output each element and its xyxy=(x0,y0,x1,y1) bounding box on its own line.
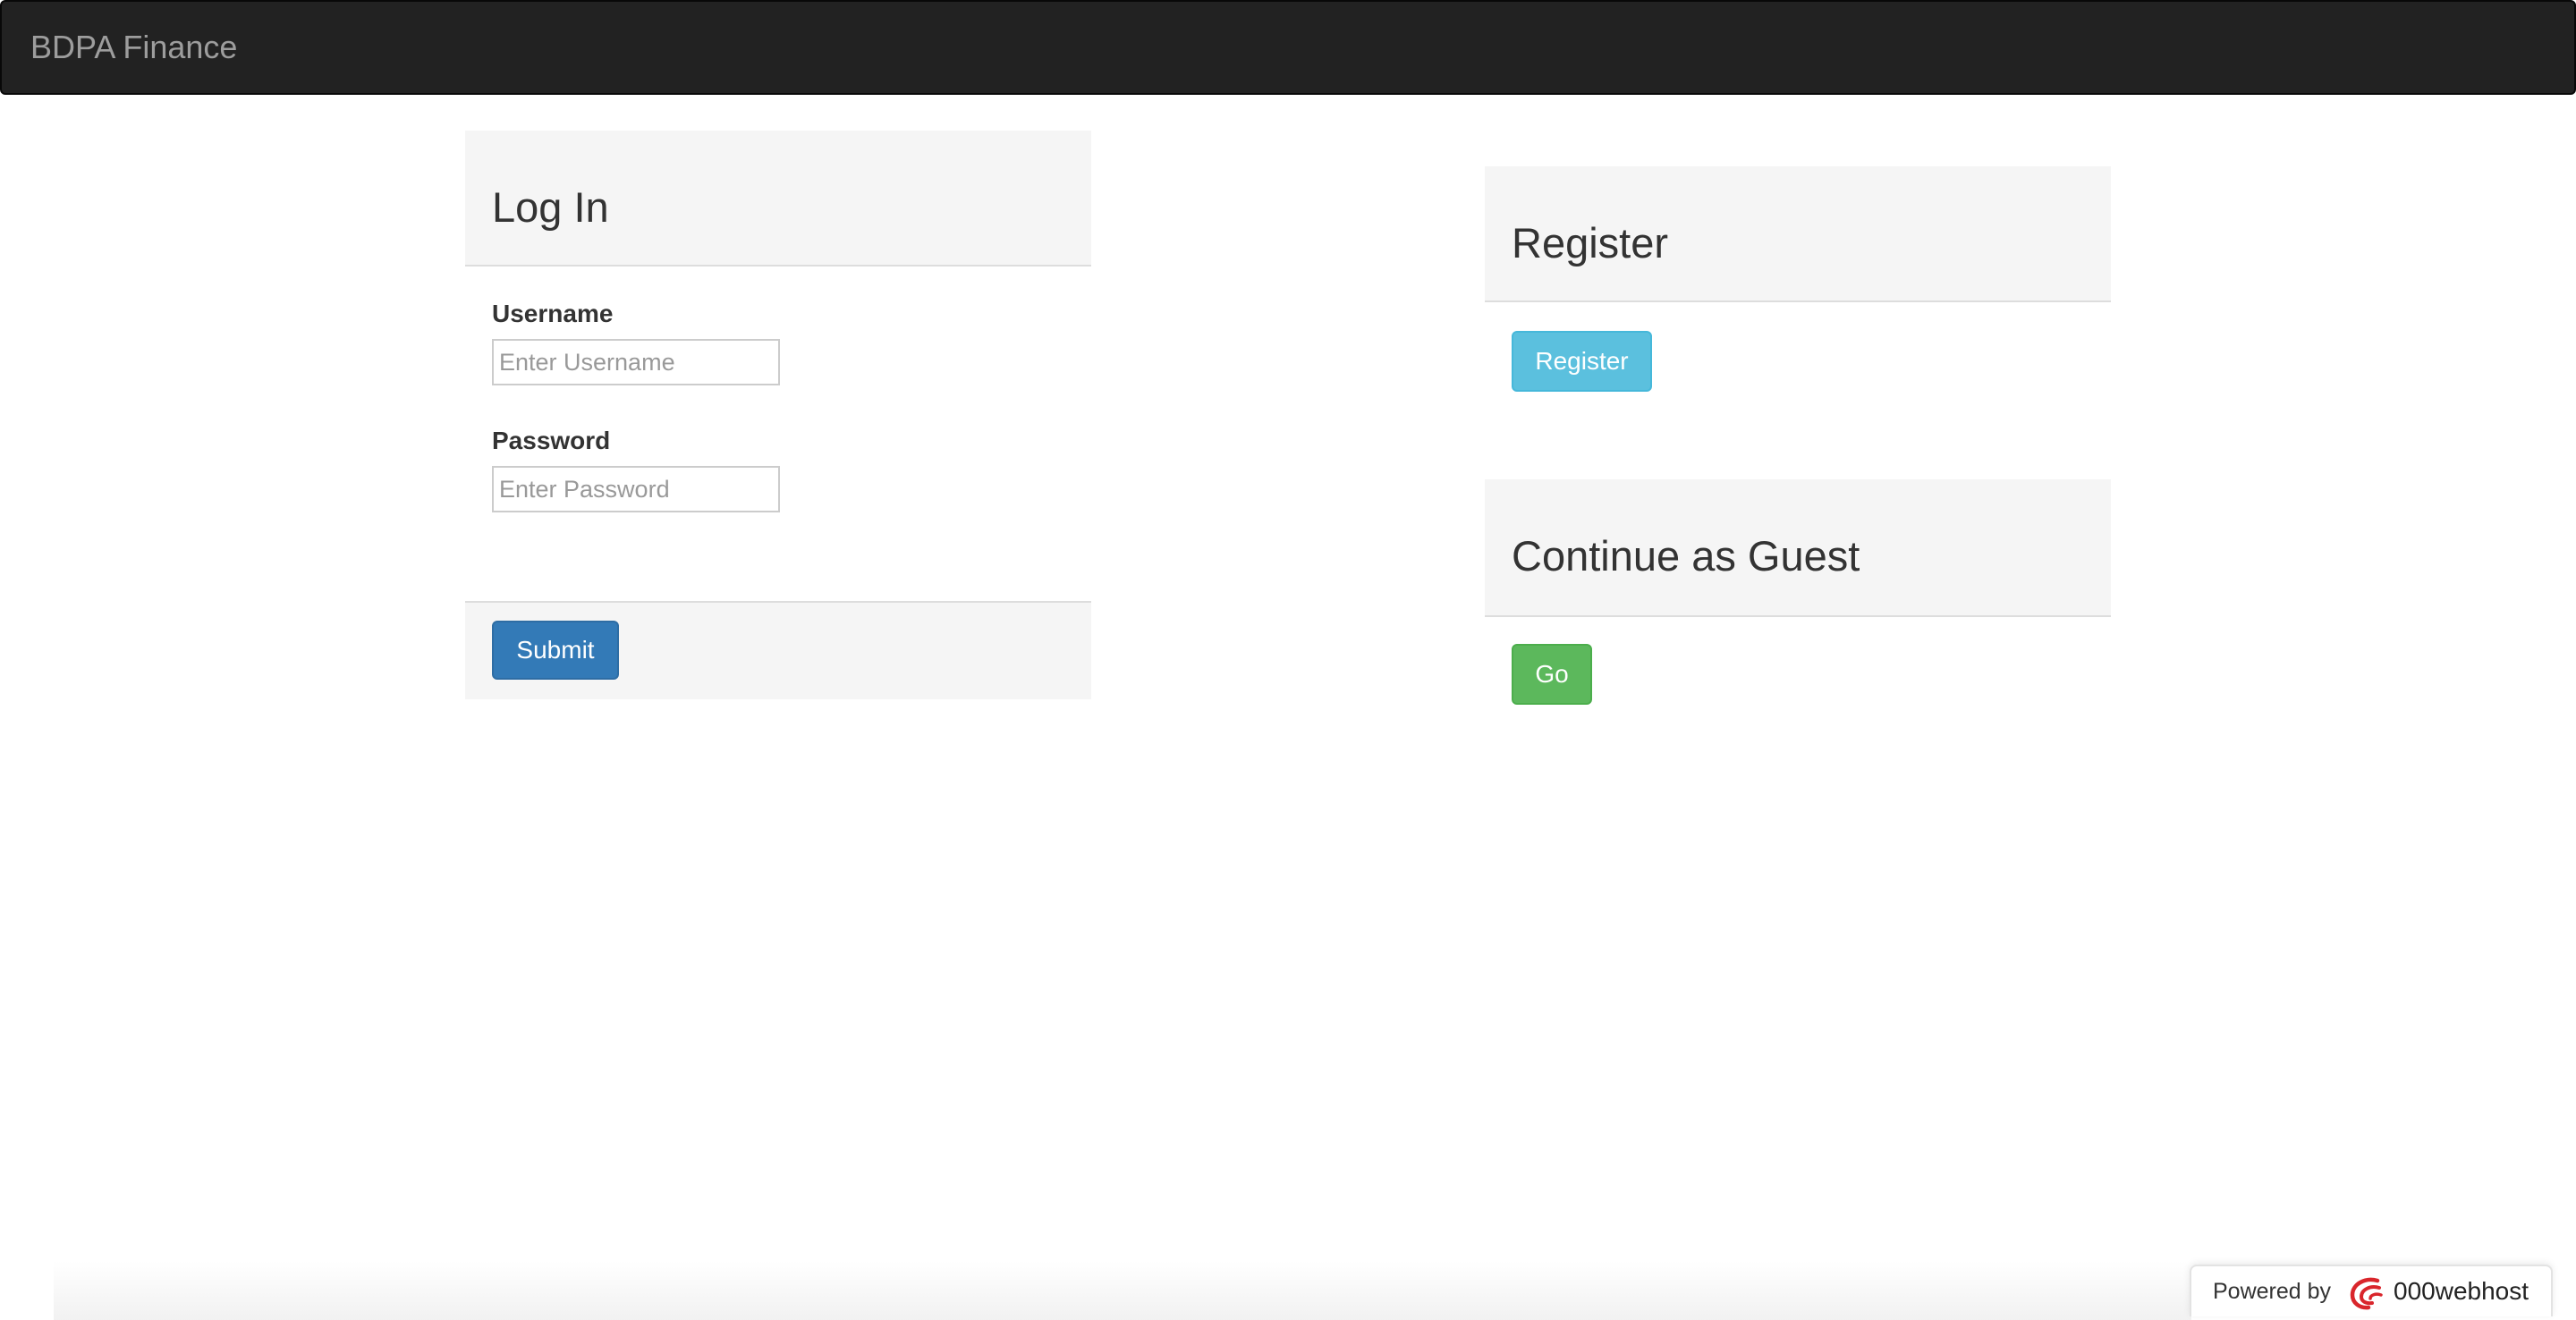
password-input[interactable] xyxy=(492,466,780,512)
password-label: Password xyxy=(492,427,611,454)
bottom-fade xyxy=(54,1261,2191,1320)
guest-go-button[interactable]: Go xyxy=(1512,644,1592,705)
guest-panel-heading: Continue as Guest xyxy=(1485,479,2111,617)
register-panel: Register Register xyxy=(1485,166,2111,399)
guest-panel: Continue as Guest Go xyxy=(1485,479,2111,712)
top-navbar: BDPA Finance xyxy=(0,0,2576,95)
000webhost-label: 000webhost xyxy=(2394,1277,2529,1305)
guest-title: Continue as Guest xyxy=(1512,532,1860,580)
register-title: Register xyxy=(1512,219,1669,267)
login-panel: Log In Username Password Submit xyxy=(465,131,1091,699)
login-title: Log In xyxy=(492,183,609,231)
register-button[interactable]: Register xyxy=(1512,331,1652,392)
login-panel-footer: Submit xyxy=(465,601,1091,699)
000webhost-logo-icon xyxy=(2350,1277,2383,1310)
username-label: Username xyxy=(492,300,614,327)
submit-button[interactable]: Submit xyxy=(492,621,619,680)
powered-by-badge[interactable]: Powered by 000webhost xyxy=(2190,1265,2553,1316)
register-panel-heading: Register xyxy=(1485,166,2111,302)
powered-by-label: Powered by xyxy=(2213,1279,2332,1304)
username-input[interactable] xyxy=(492,339,780,385)
navbar-brand[interactable]: BDPA Finance xyxy=(30,2,237,93)
login-panel-heading: Log In xyxy=(465,131,1091,267)
